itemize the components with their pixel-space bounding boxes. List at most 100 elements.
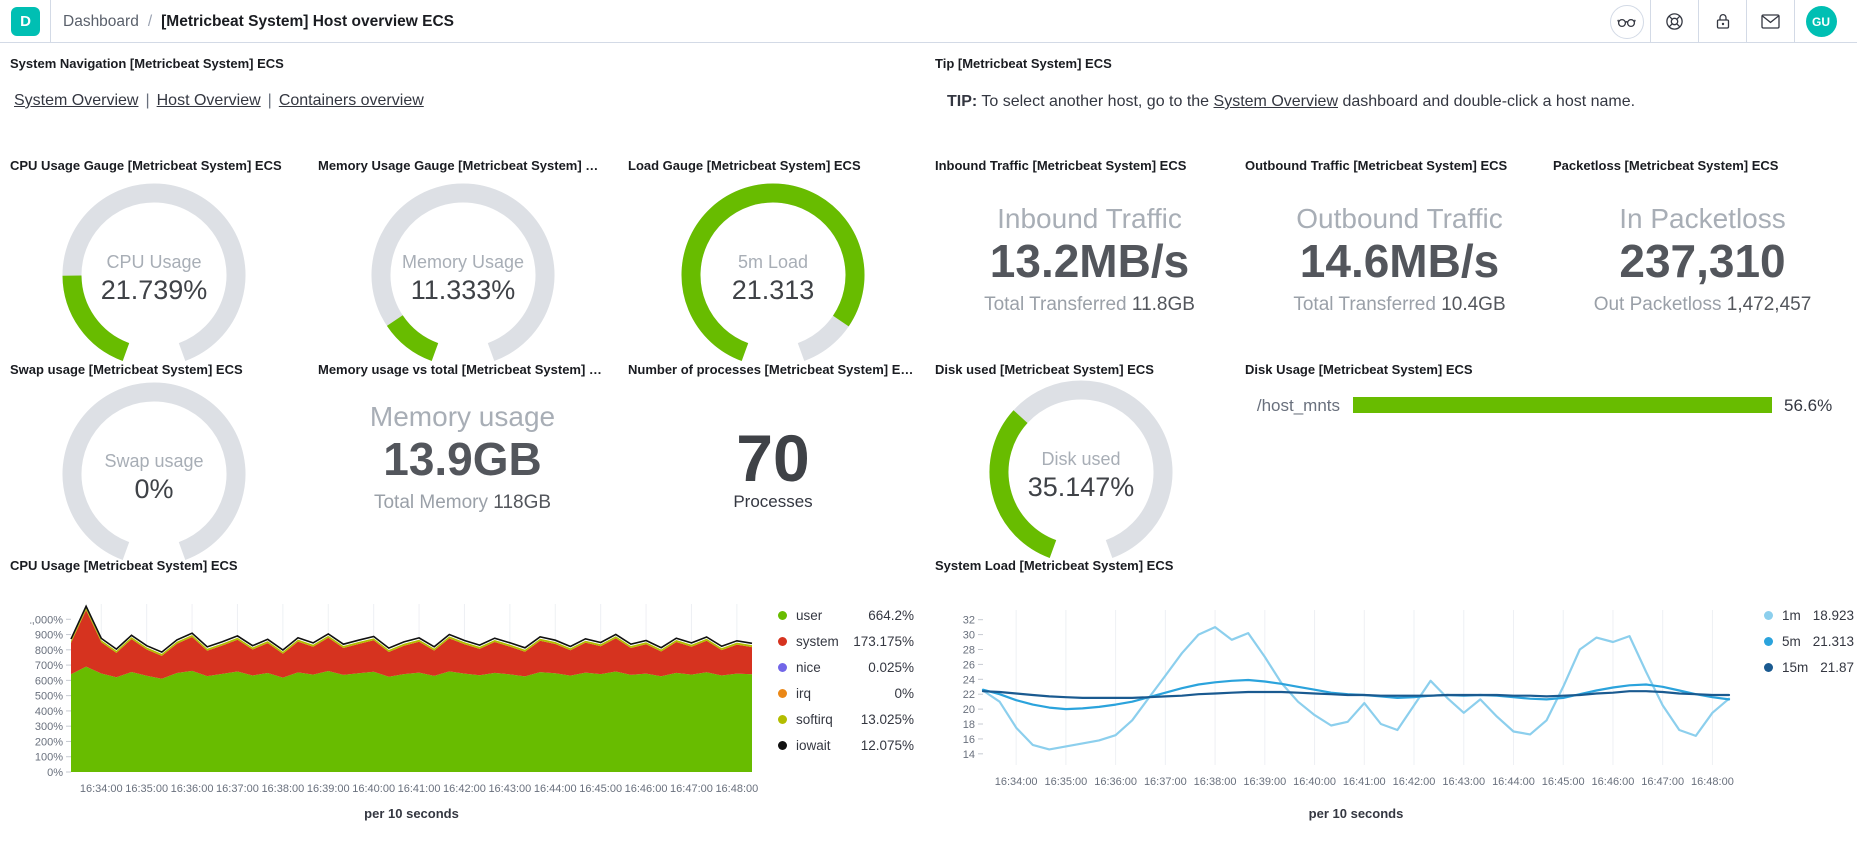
legend-item-irq[interactable]: irq 0%	[778, 680, 914, 706]
svg-text:16:36:00: 16:36:00	[171, 783, 214, 795]
top-bar: D Dashboard / [Metricbeat System] Host o…	[0, 0, 1857, 43]
svg-text:16:43:00: 16:43:00	[1442, 776, 1485, 788]
glasses-icon	[1610, 5, 1644, 39]
tip-bold: TIP:	[947, 93, 977, 110]
metric-sub-value: 11.8GB	[1132, 294, 1195, 315]
tip-post: dashboard and double-click a host name.	[1338, 93, 1635, 110]
svg-text:900%: 900%	[35, 630, 63, 642]
svg-text:16:42:00: 16:42:00	[1393, 776, 1436, 788]
help-button[interactable]	[1651, 12, 1698, 31]
legend-item-nice[interactable]: nice0.025%	[778, 654, 914, 680]
legend-label: irq	[796, 686, 811, 701]
svg-text:16:45:00: 16:45:00	[1542, 776, 1585, 788]
svg-text:26: 26	[963, 659, 975, 671]
breadcrumb-dashboard[interactable]: Dashboard	[63, 13, 139, 31]
svg-text:16:39:00: 16:39:00	[307, 783, 350, 795]
panel-title-number-of-processes[interactable]: Number of processes [Metricbeat System] …	[628, 362, 913, 377]
cpu-usage-area-chart[interactable]: 16:34:0016:35:0016:36:0016:37:0016:38:00…	[30, 594, 770, 806]
legend-color-dot	[778, 715, 787, 724]
panel-title-memory-usage-gauge[interactable]: Memory Usage Gauge [Metricbeat System] …	[318, 158, 598, 173]
svg-text:16:42:00: 16:42:00	[443, 783, 486, 795]
svg-text:18: 18	[963, 719, 975, 731]
metric-sub-label: Total Transferred	[984, 294, 1132, 315]
panel-title-cpu-usage-gauge[interactable]: CPU Usage Gauge [Metricbeat System] ECS	[10, 158, 282, 173]
packetloss-metric: In Packetloss 237,310 Out Packetloss 1,4…	[1548, 202, 1857, 316]
svg-text:16:44:00: 16:44:00	[534, 783, 577, 795]
system-navigation-links: System Overview|Host Overview|Containers…	[14, 92, 424, 110]
svg-text:16:38:00: 16:38:00	[261, 783, 304, 795]
disk-usage-bar-track[interactable]	[1353, 397, 1772, 413]
gauge-label: 5m Load	[678, 252, 868, 273]
load-gauge: 5m Load 21.313	[678, 180, 868, 370]
svg-text:100%: 100%	[35, 752, 63, 764]
memory-usage-gauge: Memory Usage 11.333%	[368, 180, 558, 370]
panel-title-system-navigation[interactable]: System Navigation [Metricbeat System] EC…	[10, 56, 284, 71]
svg-text:16:40:00: 16:40:00	[1293, 776, 1336, 788]
legend-label: softirq	[796, 712, 833, 727]
legend-item-5m[interactable]: 5m21.313	[1764, 628, 1854, 654]
svg-text:30: 30	[963, 630, 975, 642]
svg-text:16:41:00: 16:41:00	[1343, 776, 1386, 788]
tip-link-system-overview[interactable]: System Overview	[1214, 93, 1338, 110]
tip-text: TIP: To select another host, go to the S…	[947, 93, 1635, 111]
panel-title-system-load-chart[interactable]: System Load [Metricbeat System] ECS	[935, 558, 1173, 573]
legend-color-dot	[778, 689, 787, 698]
user-menu-button[interactable]: GU	[1795, 6, 1847, 37]
legend-value: 0.025%	[868, 660, 914, 675]
svg-text:16:47:00: 16:47:00	[670, 783, 713, 795]
legend-value: 21.313	[1813, 634, 1854, 649]
legend-color-dot	[1764, 611, 1773, 620]
cpu-chart-x-axis-title: per 10 seconds	[71, 806, 752, 821]
legend-item-15m[interactable]: 15m 21.87	[1764, 654, 1854, 680]
panel-title-tip[interactable]: Tip [Metricbeat System] ECS	[935, 56, 1112, 71]
legend-value: 0%	[894, 686, 914, 701]
panel-title-inbound-traffic[interactable]: Inbound Traffic [Metricbeat System] ECS	[935, 158, 1186, 173]
legend-item-system[interactable]: system173.175%	[778, 628, 914, 654]
panel-title-memory-vs-total[interactable]: Memory usage vs total [Metricbeat System…	[318, 362, 602, 377]
svg-text:16:48:00: 16:48:00	[715, 783, 758, 795]
link-containers-overview[interactable]: Containers overview	[279, 92, 424, 109]
panel-title-load-gauge[interactable]: Load Gauge [Metricbeat System] ECS	[628, 158, 861, 173]
series-fifteen_m-line	[983, 691, 1729, 698]
metric-sub-label: Total Transferred	[1293, 294, 1441, 315]
legend-item-1m[interactable]: 1m18.923	[1764, 602, 1854, 628]
panel-title-swap-usage[interactable]: Swap usage [Metricbeat System] ECS	[10, 362, 243, 377]
security-button[interactable]	[1699, 12, 1746, 31]
link-system-overview[interactable]: System Overview	[14, 92, 138, 109]
panel-title-outbound-traffic[interactable]: Outbound Traffic [Metricbeat System] ECS	[1245, 158, 1507, 173]
view-mode-button[interactable]	[1603, 5, 1650, 39]
load-chart-legend: 1m18.9235m21.313 15m 21.87	[1764, 602, 1854, 680]
panel-title-disk-used[interactable]: Disk used [Metricbeat System] ECS	[935, 362, 1154, 377]
legend-label: 15m	[1782, 660, 1808, 675]
legend-label: iowait	[796, 738, 831, 753]
legend-value: 664.2%	[868, 608, 914, 623]
svg-text:16:44:00: 16:44:00	[1492, 776, 1535, 788]
breadcrumb: Dashboard / [Metricbeat System] Host ove…	[63, 0, 454, 43]
dashboard-app-icon[interactable]: D	[11, 7, 40, 36]
avatar: GU	[1806, 6, 1837, 37]
legend-value: 21.87	[1820, 660, 1854, 675]
panel-title-packetloss[interactable]: Packetloss [Metricbeat System] ECS	[1553, 158, 1778, 173]
svg-text:28: 28	[963, 644, 975, 656]
svg-text:32: 32	[963, 615, 975, 627]
system-load-line-chart[interactable]: 16:34:0016:35:0016:36:0016:37:0016:38:00…	[940, 594, 1752, 806]
link-host-overview[interactable]: Host Overview	[157, 92, 261, 109]
svg-text:200%: 200%	[35, 736, 63, 748]
legend-item-iowait[interactable]: iowait12.075%	[778, 732, 914, 758]
gauge-label: Memory Usage	[368, 252, 558, 273]
legend-item-user[interactable]: user664.2%	[778, 602, 914, 628]
cpu-chart-legend: user664.2%system173.175%nice0.025% irq 0% s…	[778, 602, 914, 758]
panel-title-cpu-usage-chart[interactable]: CPU Usage [Metricbeat System] ECS	[10, 558, 238, 573]
notifications-button[interactable]	[1747, 14, 1794, 29]
svg-text:300%: 300%	[35, 721, 63, 733]
legend-label: 1m	[1782, 608, 1801, 623]
panel-title-disk-usage[interactable]: Disk Usage [Metricbeat System] ECS	[1245, 362, 1473, 377]
svg-text:16:39:00: 16:39:00	[1243, 776, 1286, 788]
legend-item-softirq[interactable]: softirq13.025%	[778, 706, 914, 732]
metric-label: Outbound Traffic	[1245, 202, 1554, 236]
legend-color-dot	[1764, 663, 1773, 672]
svg-text:20: 20	[963, 704, 975, 716]
legend-color-dot	[778, 637, 787, 646]
svg-text:16:41:00: 16:41:00	[398, 783, 441, 795]
processes-label: Processes	[628, 492, 918, 512]
